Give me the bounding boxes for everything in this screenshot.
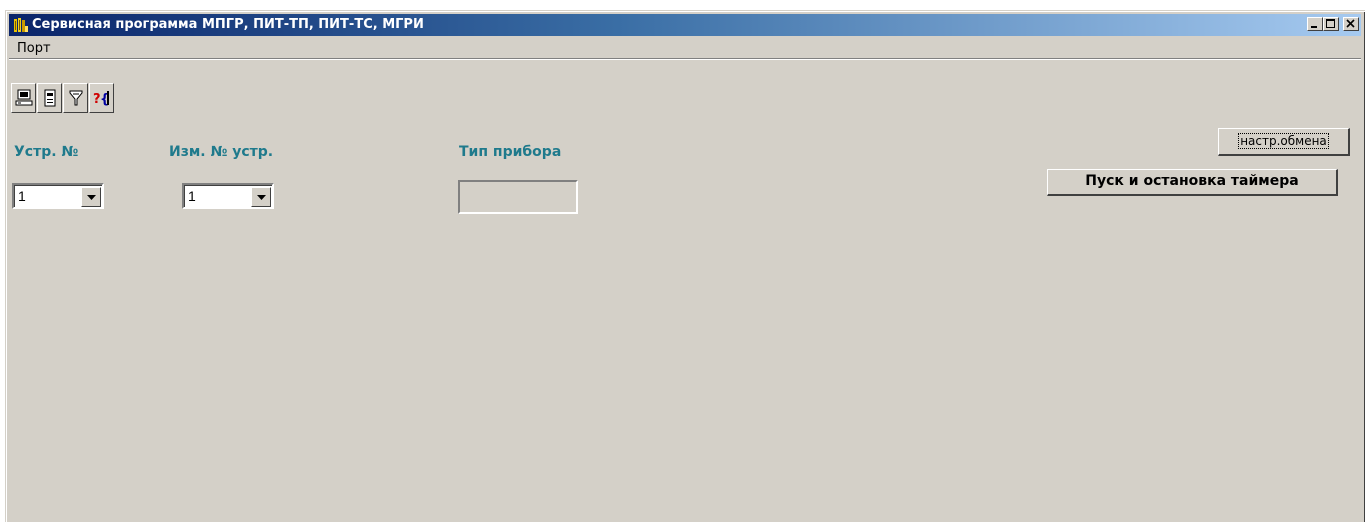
maximize-icon [1326,19,1335,28]
timer-toggle-button[interactable]: Пуск и остановка таймера [1047,169,1338,196]
change-device-number-value: 1 [188,188,196,204]
app-icon [14,18,28,32]
menu-port[interactable]: Порт [17,41,51,56]
maximize-button[interactable] [1323,17,1339,31]
exchange-settings-label: настр.обмена [1238,133,1329,149]
device-number-select[interactable]: 1 [12,183,104,209]
close-icon [1346,19,1355,28]
computer-icon [15,89,33,106]
chevron-down-icon [257,195,266,200]
menu-bar: Порт [9,38,1361,59]
toolbar-computer-button[interactable] [11,83,36,113]
change-device-number-label: Изм. № устр. [169,144,274,160]
exchange-settings-button[interactable]: настр.обмена [1218,128,1350,156]
chevron-down-icon [87,195,96,200]
device-number-value: 1 [18,188,26,204]
device-type-field [458,180,578,214]
minimize-icon [1311,26,1317,28]
main-window: Сервисная программа МПГР, ПИТ-ТП, ПИТ-ТС… [5,10,1365,522]
change-device-number-dropdown-button[interactable] [251,187,271,207]
toolbar-device-button[interactable] [37,83,62,113]
filter-icon [69,90,83,106]
window-title: Сервисная программа МПГР, ПИТ-ТП, ПИТ-ТС… [32,17,424,32]
toolbar-filter-button[interactable] [63,83,88,113]
device-type-label: Тип прибора [459,144,562,160]
device-number-dropdown-button[interactable] [81,187,101,207]
title-bar[interactable]: Сервисная программа МПГР, ПИТ-ТП, ПИТ-ТС… [9,14,1361,36]
device-number-label: Устр. № [14,144,79,160]
minimize-button[interactable] [1307,17,1323,31]
toolbar-help-code-button[interactable]: ? { [89,83,114,113]
help-code-icon: ? { [93,91,109,107]
change-device-number-select[interactable]: 1 [182,183,274,209]
close-button[interactable] [1343,17,1359,31]
device-icon [44,89,56,107]
